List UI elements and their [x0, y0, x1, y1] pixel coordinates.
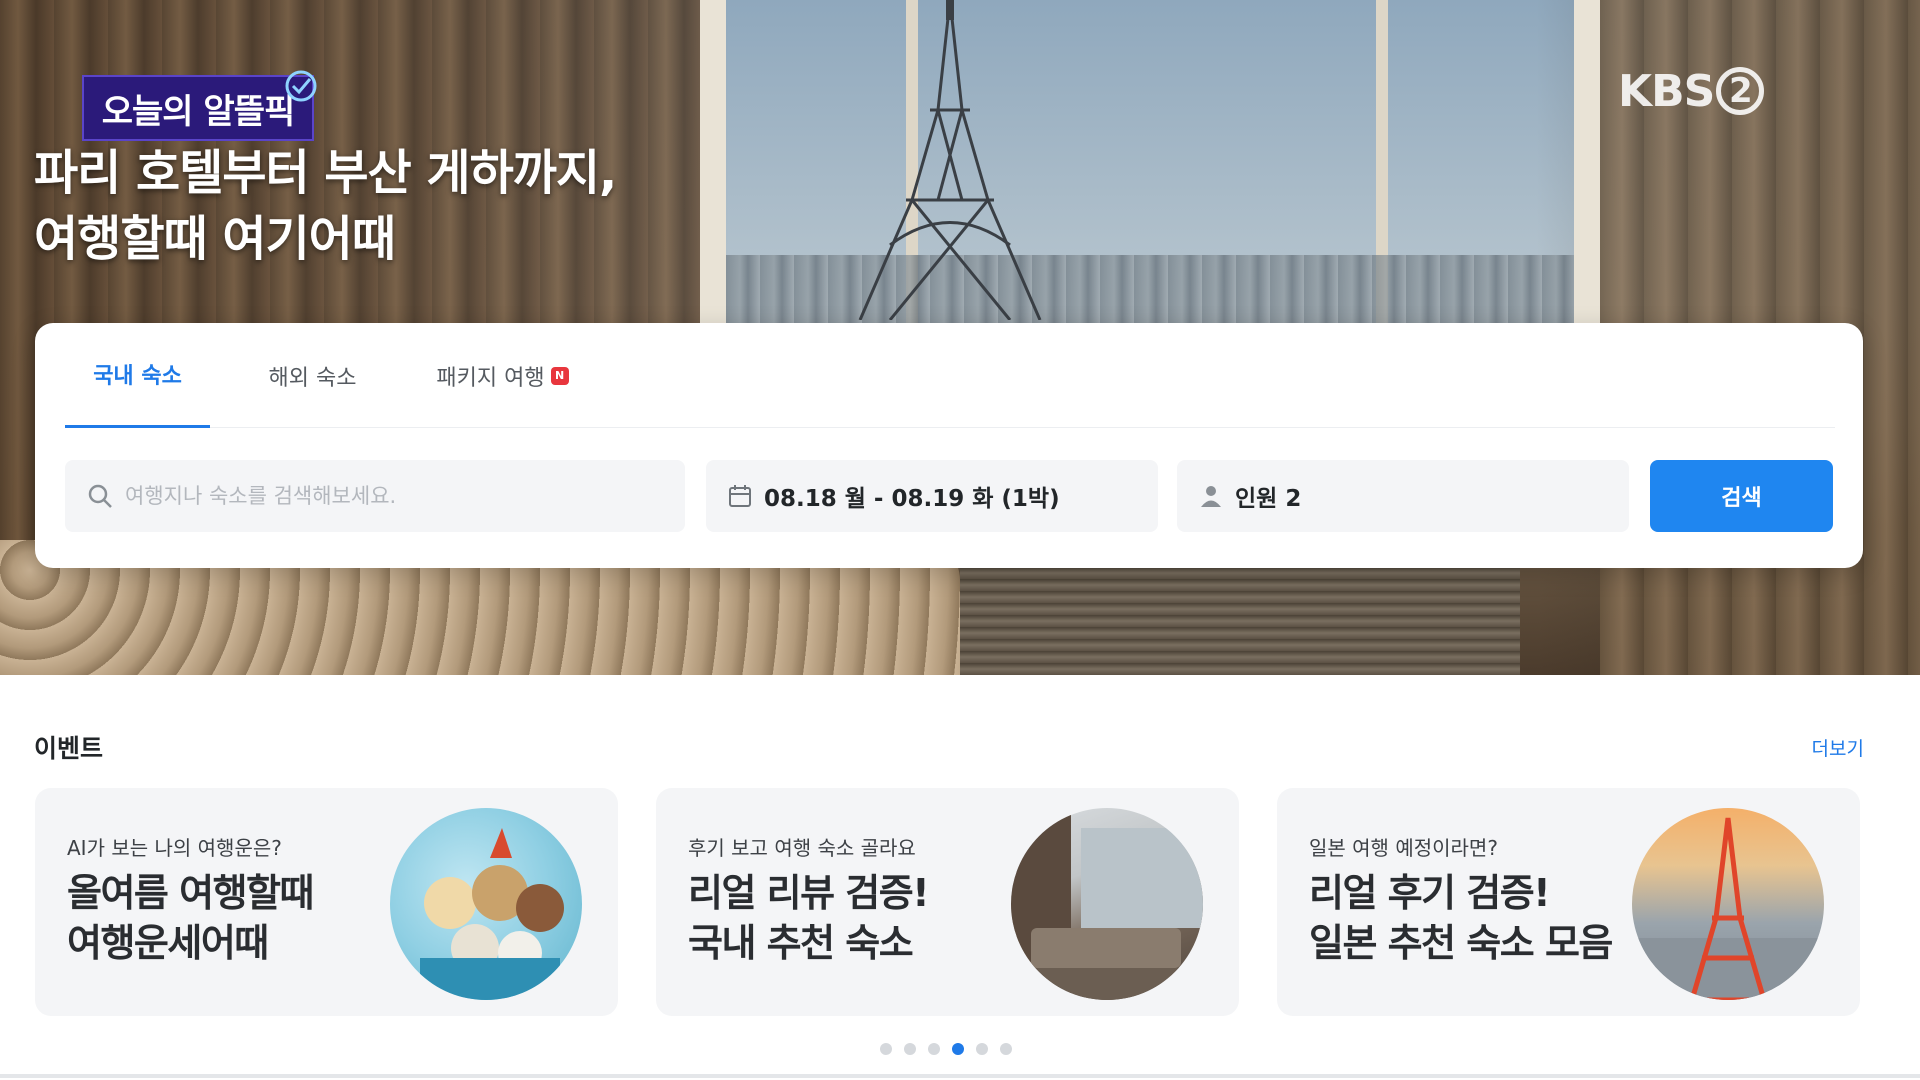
events-more-link[interactable]: 더보기	[1812, 734, 1864, 761]
hero-headline: 파리 호텔부터 부산 게하까지, 여행할때 여기어때	[34, 140, 654, 272]
search-tabs: 국내 숙소 해외 숙소 패키지 여행 N	[65, 323, 1835, 428]
guest-count-value: 인원 2	[1235, 486, 1302, 512]
event-card-title-line: 리얼 후기 검증!	[1309, 871, 1551, 915]
event-card-title-line: 일본 추천 숙소 모음	[1309, 921, 1613, 965]
broadcaster-logo-text: KBS	[1618, 65, 1715, 117]
tab-label: 해외 숙소	[268, 365, 357, 391]
event-card-title: 리얼 리뷰 검증! 국내 추천 숙소	[688, 868, 1028, 968]
tab-domestic-stay[interactable]: 국내 숙소	[65, 323, 210, 428]
date-range-value: 08.18 월 - 08.19 화 (1박)	[764, 486, 1060, 512]
event-card-title-line: 여행운세어때	[67, 921, 269, 965]
new-badge: N	[550, 366, 569, 385]
event-card-travel-fortune[interactable]: AI가 보는 나의 여행운은? 올여름 여행할때 여행운세어때	[35, 788, 618, 1016]
carousel-dot[interactable]	[880, 1043, 892, 1055]
carousel-pagination	[880, 1043, 1012, 1055]
destination-search-field[interactable]	[65, 460, 685, 532]
calendar-icon	[729, 485, 751, 507]
event-card-title-line: 올여름 여행할때	[67, 871, 314, 915]
program-badge: 오늘의 알뜰픽	[82, 70, 317, 141]
balcony-decoration	[960, 560, 1520, 675]
search-icon	[88, 484, 112, 508]
tab-package-tour[interactable]: 패키지 여행 N	[415, 323, 590, 428]
carousel-dot[interactable]	[1000, 1043, 1012, 1055]
carousel-dot[interactable]	[976, 1043, 988, 1055]
tokyo-tower-graphic	[1632, 817, 1824, 1000]
animal-travelers-illustration	[390, 808, 582, 1000]
event-card-subtitle: AI가 보는 나의 여행운은?	[67, 836, 282, 860]
event-card-title: 올여름 여행할때 여행운세어때	[67, 868, 407, 968]
event-card-domestic-review[interactable]: 후기 보고 여행 숙소 골라요 리얼 리뷰 검증! 국내 추천 숙소	[656, 788, 1239, 1016]
event-card-title-line: 리얼 리뷰 검증!	[688, 871, 930, 915]
hotel-room-graphic	[1011, 808, 1203, 1000]
person-icon	[1201, 486, 1221, 507]
tab-label: 패키지 여행	[436, 365, 545, 391]
tokyo-tower-photo	[1632, 808, 1824, 1000]
search-panel: 국내 숙소 해외 숙소 패키지 여행 N 08.18 월 - 08.19 화 (…	[35, 323, 1863, 568]
tab-overseas-stay[interactable]: 해외 숙소	[240, 323, 385, 428]
search-input[interactable]	[125, 484, 685, 508]
search-button[interactable]: 검색	[1650, 460, 1833, 532]
date-picker-field[interactable]: 08.18 월 - 08.19 화 (1박)	[706, 460, 1158, 532]
events-section-title: 이벤트	[34, 734, 104, 763]
event-card-title-line: 국내 추천 숙소	[688, 921, 914, 965]
animal-group-graphic	[420, 828, 564, 1000]
event-card-japan-review[interactable]: 일본 여행 예정이라면? 리얼 후기 검증! 일본 추천 숙소 모음	[1277, 788, 1860, 1016]
tab-label: 국내 숙소	[93, 364, 182, 389]
event-card-title: 리얼 후기 검증! 일본 추천 숙소 모음	[1309, 868, 1639, 968]
event-card-subtitle: 일본 여행 예정이라면?	[1309, 836, 1498, 860]
carousel-dot-active[interactable]	[952, 1043, 964, 1055]
carousel-dot[interactable]	[904, 1043, 916, 1055]
check-icon	[285, 70, 317, 102]
program-badge-label: 오늘의 알뜰픽	[101, 91, 296, 132]
hero-headline-line2: 여행할때 여기어때	[34, 211, 396, 267]
broadcaster-channel: 2	[1716, 67, 1765, 115]
page-divider	[0, 1074, 1920, 1078]
hero-headline-line1: 파리 호텔부터 부산 게하까지,	[34, 145, 617, 201]
hotel-room-photo	[1011, 808, 1203, 1000]
event-card-subtitle: 후기 보고 여행 숙소 골라요	[688, 836, 916, 860]
broadcaster-logo: KBS 2	[1618, 65, 1765, 117]
guest-count-field[interactable]: 인원 2	[1177, 460, 1629, 532]
eiffel-tower-illustration	[858, 0, 1042, 320]
carousel-dot[interactable]	[928, 1043, 940, 1055]
